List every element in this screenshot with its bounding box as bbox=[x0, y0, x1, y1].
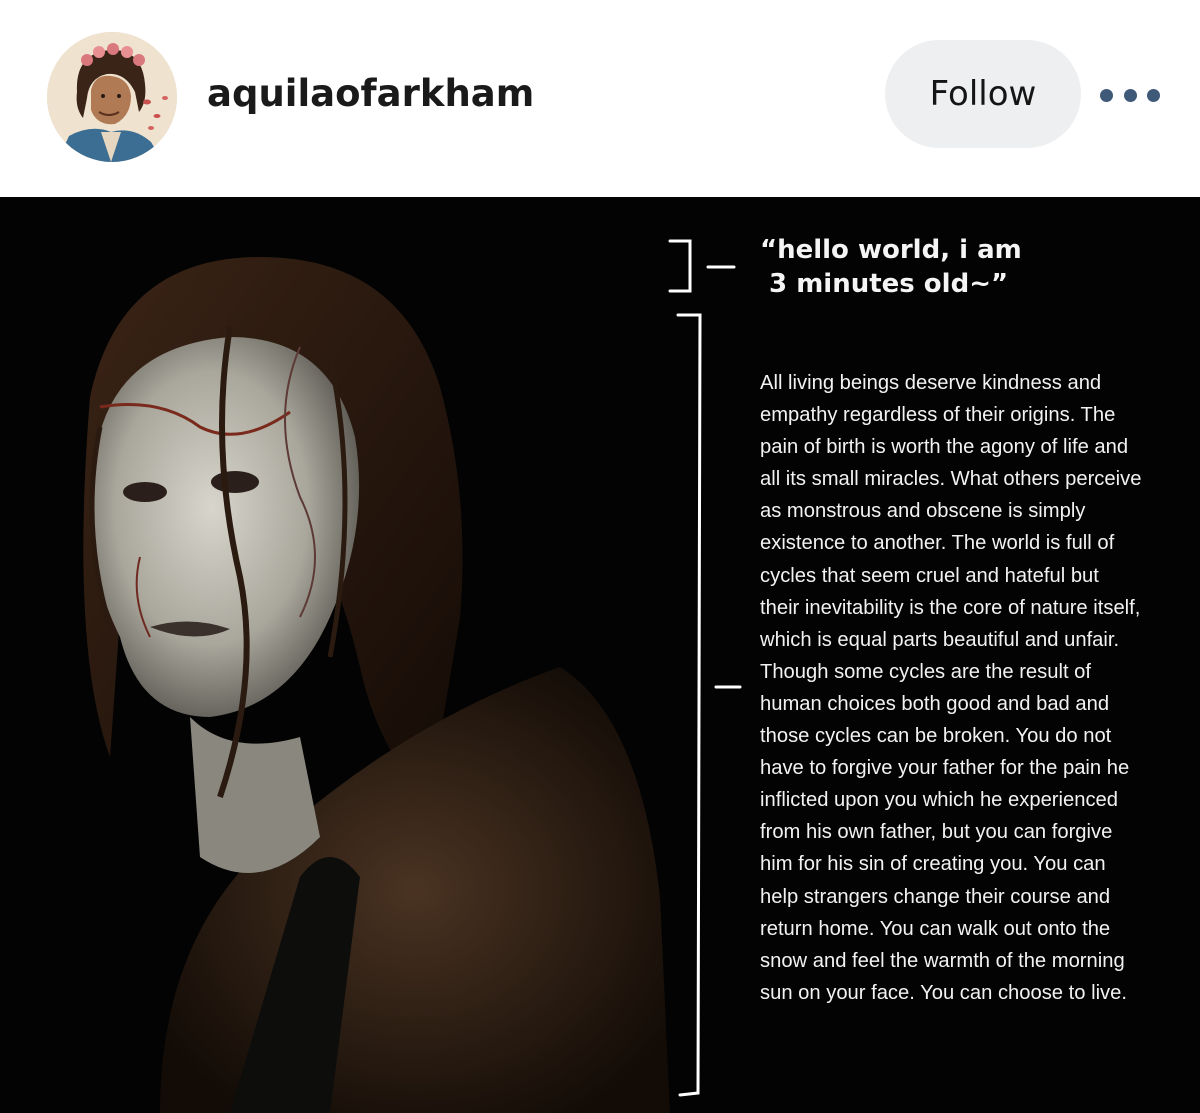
caption-line: empathy regardless of their origins. The bbox=[760, 404, 1116, 427]
dot-icon bbox=[1100, 88, 1113, 102]
caption-line: those cycles can be broken. You do not bbox=[760, 725, 1112, 748]
portrait-photo bbox=[0, 197, 680, 1113]
caption-line: as monstrous and obscene is simply bbox=[760, 500, 1086, 523]
caption-body: All living beings deserve kindness and em… bbox=[760, 367, 1200, 1009]
caption-title: “hello world, i am 3 minutes old~” bbox=[760, 235, 1022, 299]
post-image[interactable]: “hello world, i am 3 minutes old~” All l… bbox=[0, 197, 1200, 1113]
caption-line: existence to another. The world is full … bbox=[760, 532, 1115, 555]
post-header: aquilaofarkham Follow bbox=[0, 0, 1200, 197]
caption-line: their inevitability is the core of natur… bbox=[760, 596, 1141, 619]
caption-line: help strangers change their course and bbox=[760, 885, 1111, 908]
caption-line: All living beings deserve kindness and bbox=[760, 372, 1102, 394]
more-options-icon[interactable] bbox=[1100, 80, 1160, 110]
caption-line: return home. You can walk out onto the bbox=[760, 917, 1111, 940]
caption-line: snow and feel the warmth of the morning bbox=[760, 949, 1125, 972]
follow-button[interactable]: Follow bbox=[885, 40, 1081, 148]
caption-line: all its small miracles. What others perc… bbox=[760, 468, 1142, 491]
caption-line: which is equal parts beautiful and unfai… bbox=[760, 628, 1120, 651]
dot-icon bbox=[1147, 88, 1160, 102]
caption-line: inflicted upon you which he experienced bbox=[760, 789, 1119, 812]
avatar-illustration bbox=[47, 32, 177, 162]
caption-line: cycles that seem cruel and hateful but bbox=[760, 564, 1099, 587]
avatar[interactable] bbox=[47, 32, 177, 162]
caption-line: him for his sin of creating you. You can bbox=[760, 853, 1106, 876]
bracket-annotations bbox=[668, 239, 742, 1097]
caption-line: pain of birth is worth the agony of life… bbox=[760, 436, 1129, 459]
caption-line: human choices both good and bad and bbox=[760, 692, 1110, 715]
caption-line: sun on your face. You can choose to live… bbox=[760, 981, 1127, 1004]
caption-line: from his own father, but you can forgive bbox=[760, 821, 1113, 844]
caption-line: have to forgive your father for the pain… bbox=[760, 757, 1130, 780]
username[interactable]: aquilaofarkham bbox=[207, 72, 534, 115]
dot-icon bbox=[1123, 88, 1137, 102]
caption-line: Though some cycles are the result of bbox=[760, 660, 1092, 683]
